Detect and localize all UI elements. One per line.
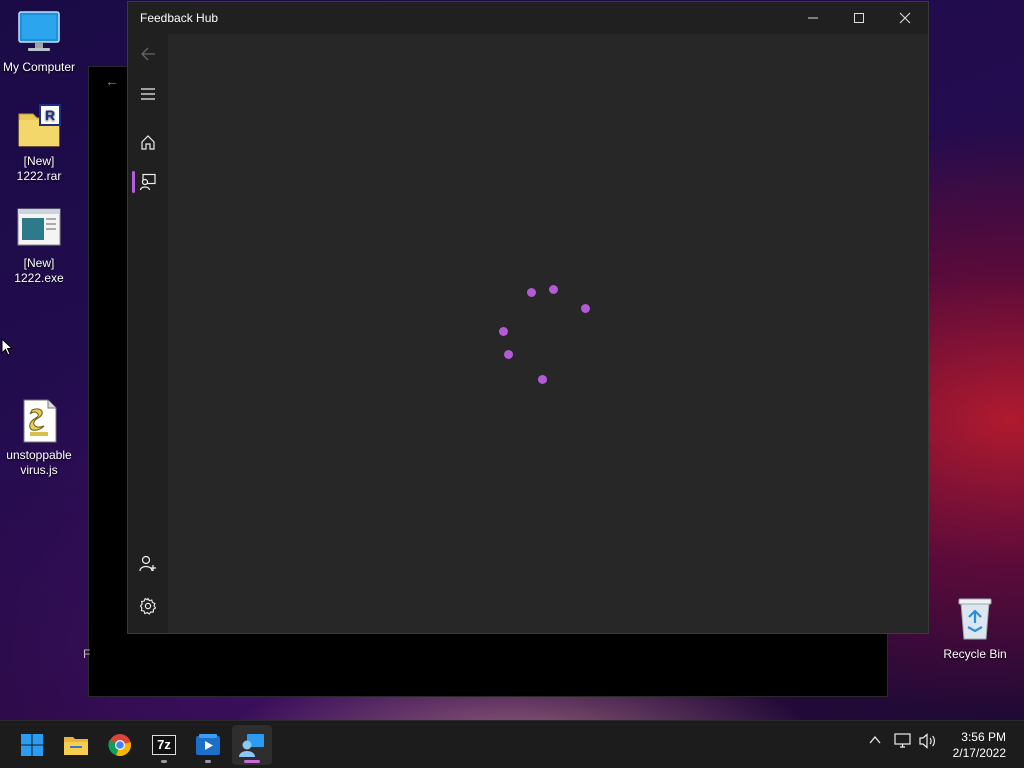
monitor-icon — [16, 10, 62, 56]
taskbar: 7z 3:56 PM 2/17/2022 — [0, 720, 1024, 768]
taskbar-feedback-hub[interactable] — [232, 725, 272, 765]
spinner-dot — [504, 350, 513, 359]
chevron-up-icon — [869, 735, 881, 744]
home-icon — [141, 135, 155, 150]
media-player-icon — [196, 734, 220, 755]
feedback-icon — [139, 173, 156, 191]
desktop-icon-label: My Computer — [2, 60, 76, 74]
maximize-button[interactable] — [836, 2, 882, 34]
tray-network[interactable] — [894, 733, 912, 754]
taskbar-clock[interactable]: 3:56 PM 2/17/2022 — [953, 729, 1006, 761]
desktop-icon-js-file[interactable]: unstoppable virus.js — [1, 398, 77, 478]
window-text-fragment: F — [83, 647, 91, 661]
active-app-indicator — [244, 760, 260, 763]
taskbar-media-player[interactable] — [188, 725, 228, 765]
gear-icon — [139, 597, 157, 615]
nav-item-feedback[interactable] — [128, 164, 168, 200]
hamburger-menu-icon — [141, 88, 155, 100]
back-arrow-icon[interactable]: ← — [105, 73, 119, 89]
settings-button[interactable] — [128, 588, 168, 624]
executable-window-icon — [16, 206, 62, 252]
clock-time: 3:56 PM — [961, 730, 1006, 744]
add-account-icon — [139, 555, 156, 572]
sevenzip-label: 7z — [157, 737, 171, 752]
navigation-pane — [128, 34, 168, 633]
back-button[interactable] — [128, 36, 168, 72]
chrome-icon — [108, 734, 131, 757]
desktop-icon-label: [New] 1222.exe — [14, 256, 64, 285]
tray-overflow-chevron[interactable] — [868, 733, 882, 752]
svg-text:R: R — [45, 107, 55, 123]
taskbar-chrome[interactable] — [100, 725, 140, 765]
nav-item-home[interactable] — [128, 124, 168, 160]
network-icon — [894, 733, 911, 748]
feedback-hub-window[interactable]: Feedback Hub — [127, 1, 929, 634]
desktop-icon-label: unstoppable virus.js — [6, 448, 72, 477]
tray-volume[interactable] — [919, 733, 937, 754]
close-button[interactable] — [882, 2, 928, 34]
feedback-hub-icon — [239, 734, 264, 757]
minimize-icon — [808, 17, 818, 19]
spinner-dot — [499, 327, 508, 336]
desktop-icon-my-computer[interactable]: My Computer — [1, 10, 77, 75]
speaker-icon — [919, 733, 935, 749]
running-indicator — [161, 760, 167, 763]
folder-icon — [64, 737, 88, 755]
spinner-dot — [581, 304, 590, 313]
desktop-icon-rar-file[interactable]: R [New] 1222.rar — [1, 104, 77, 184]
window-title: Feedback Hub — [140, 11, 219, 25]
windows-start-icon — [21, 734, 43, 756]
clock-date: 2/17/2022 — [952, 746, 1006, 760]
winrar-archive-icon: R — [16, 104, 62, 150]
sevenzip-icon: 7z — [152, 735, 176, 755]
desktop-icon-label: [New] 1222.rar — [16, 154, 62, 183]
running-indicator — [205, 760, 211, 763]
maximize-icon — [854, 13, 864, 23]
spinner-dot — [527, 288, 536, 297]
content-area — [168, 34, 928, 633]
menu-button[interactable] — [128, 76, 168, 112]
taskbar-7zip[interactable]: 7z — [144, 725, 184, 765]
start-button[interactable] — [12, 725, 52, 765]
spinner-dot — [538, 375, 547, 384]
title-bar[interactable]: Feedback Hub — [128, 2, 928, 34]
taskbar-file-explorer[interactable] — [56, 725, 96, 765]
script-file-icon — [16, 398, 62, 444]
desktop-icon-recycle-bin[interactable]: Recycle Bin — [942, 597, 1008, 661]
recycle-bin-icon — [955, 597, 995, 641]
minimize-button[interactable] — [790, 2, 836, 34]
desktop-icon-label: Recycle Bin — [943, 647, 1007, 661]
account-button[interactable] — [128, 546, 168, 582]
spinner-dot — [549, 285, 558, 294]
mouse-cursor — [1, 337, 14, 361]
desktop-icon-exe-file[interactable]: [New] 1222.exe — [1, 206, 77, 286]
close-icon — [899, 12, 911, 24]
back-arrow-icon — [141, 47, 155, 61]
